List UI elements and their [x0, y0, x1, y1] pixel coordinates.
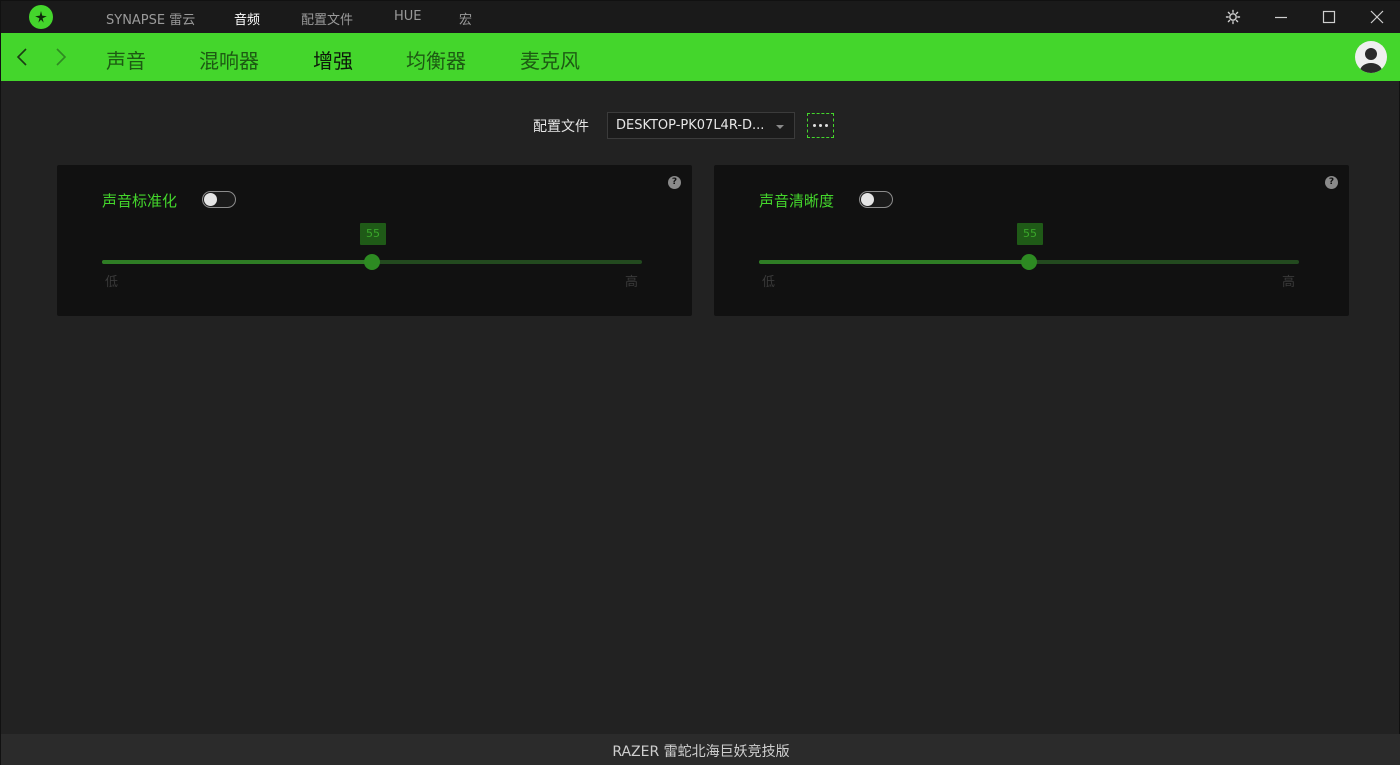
slider-value-badge: 55 [1017, 223, 1043, 245]
razer-logo-icon[interactable] [29, 5, 53, 29]
tab-mixer[interactable]: 混响器 [199, 45, 259, 74]
sound-clarity-toggle[interactable] [859, 191, 893, 208]
user-avatar-icon[interactable] [1355, 41, 1387, 73]
tab-enhancement[interactable]: 增强 [313, 45, 353, 74]
more-options-button[interactable] [807, 113, 834, 138]
settings-icon[interactable] [1223, 7, 1243, 27]
chevron-down-icon [776, 125, 784, 129]
forward-arrow-icon[interactable] [51, 47, 71, 67]
app-window: SYNAPSE 雷云 音频 配置文件 HUE 宏 声音 混响器 增强 均衡器 麦… [0, 0, 1400, 765]
slider-fill [102, 260, 372, 264]
card-title: 声音标准化 [102, 192, 178, 210]
tab-microphone[interactable]: 麦克风 [520, 45, 580, 74]
tab-sound[interactable]: 声音 [106, 45, 146, 74]
help-icon[interactable]: ? [1325, 176, 1338, 189]
slider-thumb[interactable] [364, 254, 380, 270]
tab-equalizer[interactable]: 均衡器 [406, 45, 466, 74]
sound-normalization-slider[interactable] [102, 254, 642, 270]
sub-nav-bar: 声音 混响器 增强 均衡器 麦克风 [1, 33, 1400, 81]
back-arrow-icon[interactable] [13, 47, 33, 67]
slider-thumb[interactable] [1021, 254, 1037, 270]
toggle-knob [204, 193, 217, 206]
card-sound-clarity: 声音清晰度 ? 55 低 高 [714, 165, 1349, 316]
sound-normalization-toggle[interactable] [202, 191, 236, 208]
top-tab-synapse[interactable]: SYNAPSE 雷云 [106, 9, 195, 28]
title-bar: SYNAPSE 雷云 音频 配置文件 HUE 宏 [1, 1, 1400, 33]
top-tab-profiles[interactable]: 配置文件 [301, 9, 353, 28]
top-tab-audio[interactable]: 音频 [234, 9, 260, 28]
slider-value-badge: 55 [360, 223, 386, 245]
device-footer: RAZER 雷蛇北海巨妖竞技版 [1, 734, 1400, 765]
device-name: RAZER 雷蛇北海巨妖竞技版 [612, 744, 790, 760]
help-icon[interactable]: ? [668, 176, 681, 189]
toggle-knob [861, 193, 874, 206]
maximize-icon[interactable] [1319, 7, 1339, 27]
profile-label: 配置文件 [533, 119, 589, 135]
slider-high-label: 高 [625, 275, 639, 290]
slider-low-label: 低 [762, 275, 776, 290]
slider-fill [759, 260, 1029, 264]
sound-clarity-slider[interactable] [759, 254, 1299, 270]
top-tab-macro[interactable]: 宏 [459, 9, 472, 28]
profile-dropdown[interactable]: DESKTOP-PK07L4R-D... [607, 112, 795, 139]
top-tab-hue[interactable]: HUE [394, 9, 422, 24]
slider-high-label: 高 [1282, 275, 1296, 290]
card-sound-normalization: 声音标准化 ? 55 低 高 [57, 165, 692, 316]
profile-dropdown-value: DESKTOP-PK07L4R-D... [616, 118, 765, 133]
minimize-icon[interactable] [1271, 7, 1291, 27]
ellipsis-icon [813, 124, 828, 127]
close-icon[interactable] [1367, 7, 1387, 27]
slider-low-label: 低 [105, 275, 119, 290]
card-title: 声音清晰度 [759, 192, 835, 210]
